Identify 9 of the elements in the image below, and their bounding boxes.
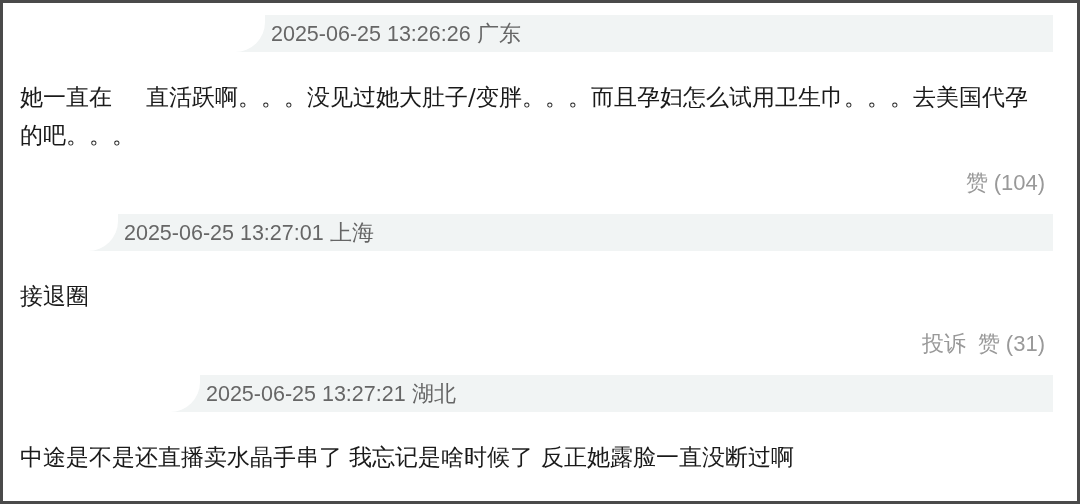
comment-text: 接退圈 <box>20 282 90 311</box>
comment-action-link[interactable]: 赞 (104) <box>965 168 1045 198</box>
comment-action-link[interactable]: 投诉 <box>921 329 966 359</box>
comment-timestamp-location: 2025-06-25 13:27:21 湖北 <box>205 381 456 408</box>
comment-text: 中途是不是还直播卖水晶手串了 我忘记是啥时候了 反正她露脸一直没断过啊 <box>20 443 795 472</box>
comment-text: 她一直在 直活跃啊。。。没见过她大肚子/变胖。。。而且孕妇怎么试用卫生巾。。。去美国代孕的吧。。。 <box>20 83 1029 150</box>
comment-action-link[interactable]: 赞 (31) <box>977 329 1045 359</box>
comment-timestamp-location: 2025-06-25 13:26:26 广东 <box>270 21 521 48</box>
comment-timestamp-location: 2025-06-25 13:27:01 上海 <box>123 220 374 247</box>
